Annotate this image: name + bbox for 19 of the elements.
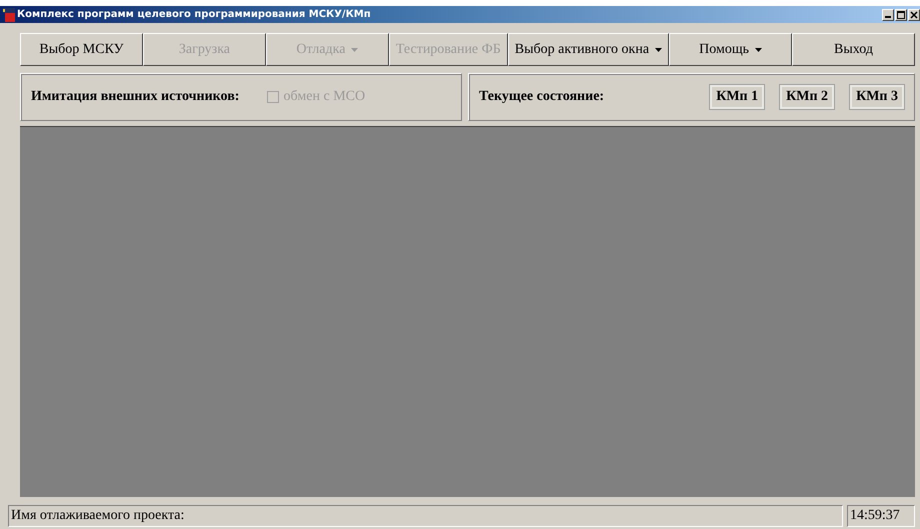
- status-indicator: КМп 1: [710, 85, 764, 109]
- maximize-button[interactable]: [895, 8, 907, 20]
- toolbar-button[interactable]: Выход: [792, 33, 915, 66]
- minimize-button[interactable]: [882, 8, 894, 20]
- app-icon: [3, 8, 15, 22]
- status-indicator: КМп 3: [850, 85, 904, 109]
- clock-text: 14:59:37: [847, 505, 915, 527]
- toolbar-button[interactable]: Выбор активного окна: [508, 33, 670, 66]
- maximize-icon: [897, 10, 905, 18]
- project-name-label: Имя отлаживаемого проекта:: [8, 505, 843, 527]
- window-title: Комплекс программ целевого программирования МСКУ/КМп: [17, 9, 371, 20]
- close-button[interactable]: [908, 8, 920, 20]
- panel-label: Имитация внешних источников:: [31, 89, 240, 105]
- close-icon: [910, 10, 918, 18]
- minimize-icon: [885, 16, 891, 18]
- status-indicator: КМп 2: [780, 85, 834, 109]
- toolbar-button[interactable]: Помощь: [669, 33, 792, 66]
- panel-label: Текущее состояние:: [479, 89, 604, 105]
- toolbar-button[interactable]: Выбор МСКУ: [20, 33, 143, 66]
